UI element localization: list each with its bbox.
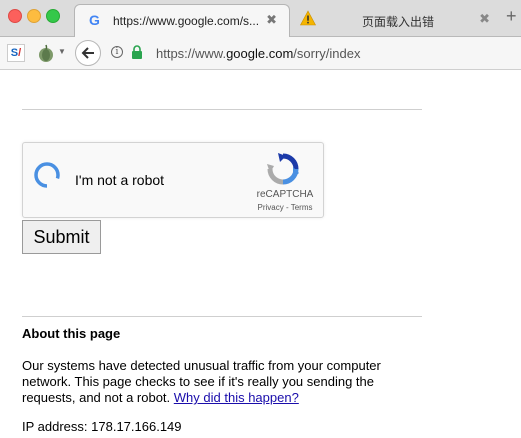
link-separator: - (283, 203, 291, 212)
about-heading: About this page (22, 326, 121, 341)
new-tab-icon[interactable]: + (506, 6, 517, 27)
ip-label: IP address: (22, 419, 92, 434)
tab-close-icon[interactable]: ✖ (266, 12, 277, 28)
recaptcha-checkbox[interactable] (33, 161, 61, 189)
url-host: google.com (226, 46, 294, 61)
terms-link[interactable]: Terms (291, 203, 313, 212)
tab-strip: G https://www.google.com/s... ✖ 页面载入出错 ✖… (0, 0, 521, 37)
extension-icon[interactable]: S/ (7, 44, 25, 62)
tab-google[interactable]: G https://www.google.com/s... ✖ (74, 4, 290, 37)
recaptcha-label[interactable]: I'm not a robot (75, 172, 164, 188)
recaptcha-logo-icon (267, 153, 299, 185)
submit-button[interactable]: Submit (22, 220, 101, 254)
browser-toolbar: S/ ▼ i https://www.google.com/sorry/inde… (0, 37, 521, 70)
recaptcha-widget: I'm not a robot reCAPTCHA Privacy - Term… (22, 142, 324, 218)
recaptcha-links: Privacy - Terms (251, 203, 319, 212)
google-g-icon: G (89, 12, 100, 28)
privacy-link[interactable]: Privacy (258, 203, 284, 212)
back-button[interactable] (75, 40, 101, 66)
recaptcha-brand: reCAPTCHA (256, 189, 314, 200)
info-icon[interactable]: i (111, 46, 123, 58)
tab-title: https://www.google.com/s... (113, 14, 260, 28)
ip-address: IP address: 178.17.166.149 (22, 419, 182, 434)
arrow-left-icon (81, 47, 94, 59)
window-minimize-button[interactable] (27, 9, 41, 23)
url-path: /sorry/index (293, 46, 361, 61)
why-link[interactable]: Why did this happen? (174, 390, 299, 405)
url-scheme: https://www. (156, 46, 227, 61)
address-bar[interactable]: https://www.google.com/sorry/index (156, 46, 361, 61)
window-close-button[interactable] (8, 9, 22, 23)
tab-error[interactable]: 页面载入出错 ✖ (292, 4, 498, 36)
warning-icon (300, 10, 316, 26)
ip-value: 178.17.166.149 (91, 419, 182, 434)
chevron-down-icon[interactable]: ▼ (58, 47, 66, 56)
divider (22, 316, 422, 317)
window-maximize-button[interactable] (46, 9, 60, 23)
lock-icon[interactable] (131, 45, 143, 59)
onion-icon[interactable] (35, 43, 57, 63)
divider (22, 109, 422, 110)
tab-title: 页面载入出错 (362, 15, 435, 29)
explanation-text: Our systems have detected unusual traffi… (22, 358, 402, 406)
tab-close-icon[interactable]: ✖ (479, 11, 490, 27)
